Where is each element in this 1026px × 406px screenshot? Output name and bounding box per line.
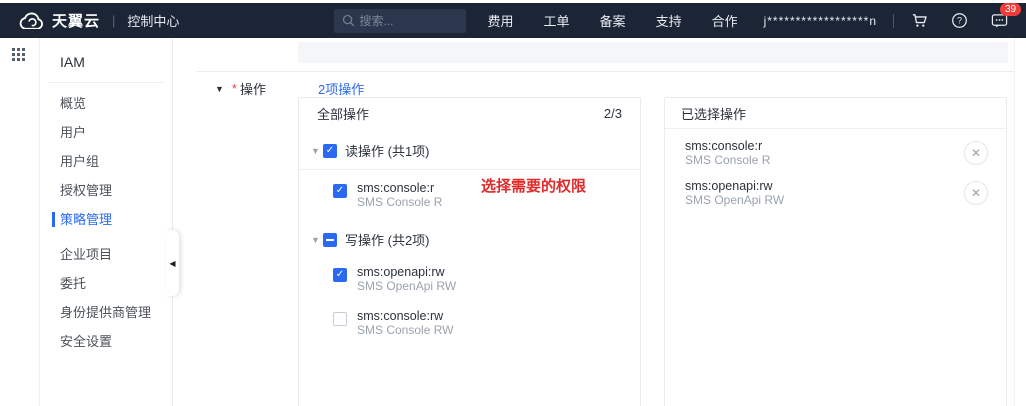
sidebar-item-delegation[interactable]: 委托 xyxy=(40,269,172,298)
group-checkbox-read[interactable] xyxy=(323,144,337,158)
op-code: sms:openapi:rw xyxy=(357,265,456,279)
section-divider xyxy=(197,71,1014,72)
op-code: sms:console:r xyxy=(357,181,442,195)
nav-link-cooperation[interactable]: 合作 xyxy=(712,11,738,30)
op-group-label: 写操作 (共2项) xyxy=(345,230,430,249)
console-center-link[interactable]: 控制中心 xyxy=(127,11,179,30)
remove-icon[interactable]: ✕ xyxy=(964,181,988,205)
op-group-write[interactable]: ▼ 写操作 (共2项) xyxy=(311,230,640,249)
sidebar-item-user-groups[interactable]: 用户组 xyxy=(40,147,172,176)
op-name: SMS Console RW xyxy=(357,323,453,337)
collapse-caret-icon[interactable]: ▼ xyxy=(215,84,224,94)
chevron-down-icon[interactable]: ▼ xyxy=(311,235,323,245)
sidebar-item-policy-management[interactable]: 策略管理 xyxy=(40,205,172,234)
op-name: SMS Console R xyxy=(685,153,770,167)
sidebar-collapse-handle[interactable]: ◀ xyxy=(166,230,179,296)
nav-link-billing[interactable]: 费用 xyxy=(488,11,514,30)
app-strip xyxy=(0,38,40,406)
remove-icon[interactable]: ✕ xyxy=(964,141,988,165)
op-group-label: 读操作 (共1项) xyxy=(345,141,430,160)
brand-name: 天翼云 xyxy=(52,10,100,31)
cloud-logo-icon xyxy=(18,12,44,29)
op-name: SMS OpenApi RW xyxy=(357,279,456,293)
all-ops-counter: 2/3 xyxy=(604,106,622,121)
sidebar-item-users[interactable]: 用户 xyxy=(40,118,172,147)
op-checkbox[interactable] xyxy=(333,184,347,198)
main-content: ▼ * 操作 2项操作 全部操作 2/3 ▼ 读操作 (共1项) sms:con… xyxy=(197,38,1014,406)
op-code: sms:console:r xyxy=(685,139,770,153)
nav-link-filing[interactable]: 备案 xyxy=(600,11,626,30)
field-label: 操作 xyxy=(240,79,266,98)
op-item-sms-openapi-rw[interactable]: sms:openapi:rw SMS OpenApi RW xyxy=(333,265,640,293)
search-icon xyxy=(342,14,355,27)
scrolled-section-remnant xyxy=(298,42,1008,63)
group-checkbox-write[interactable] xyxy=(323,233,337,247)
op-group-read[interactable]: ▼ 读操作 (共1项) xyxy=(311,141,640,160)
sidebar-item-identity-provider[interactable]: 身份提供商管理 xyxy=(40,298,172,327)
sidebar-item-security-settings[interactable]: 安全设置 xyxy=(40,327,172,356)
all-operations-panel: 全部操作 2/3 ▼ 读操作 (共1项) sms:console:r SMS C… xyxy=(298,97,641,406)
sidebar-item-authorization[interactable]: 授权管理 xyxy=(40,176,172,205)
navbar-icons: ? 39 xyxy=(910,12,1008,30)
brand-divider: | xyxy=(112,13,115,28)
username[interactable]: j******************n xyxy=(764,14,877,28)
sidebar-item-overview[interactable]: 概览 xyxy=(40,89,172,118)
operation-field-row: ▼ * 操作 xyxy=(215,79,266,98)
op-code: sms:openapi:rw xyxy=(685,179,784,193)
sidebar-divider xyxy=(48,82,164,83)
sidebar-item-enterprise-projects[interactable]: 企业项目 xyxy=(40,240,172,269)
app-launcher-icon[interactable] xyxy=(12,48,27,63)
red-annotation: 选择需要的权限 xyxy=(481,175,586,196)
sidebar-title: IAM xyxy=(40,38,172,82)
selected-ops-title: 已选择操作 xyxy=(681,104,746,123)
chevron-down-icon[interactable]: ▼ xyxy=(311,146,323,156)
sidebar: IAM 概览 用户 用户组 授权管理 策略管理 企业项目 委托 身份提供商管理 … xyxy=(40,38,173,406)
tree-divider xyxy=(299,169,640,170)
navbar-links: 费用 工单 备案 支持 合作 xyxy=(488,11,738,30)
selected-operations-panel: 已选择操作 sms:console:r SMS Console R ✕ sms:… xyxy=(664,97,1007,406)
selected-ops-link[interactable]: 2项操作 xyxy=(318,79,364,98)
op-checkbox[interactable] xyxy=(333,312,347,326)
message-icon[interactable]: 39 xyxy=(990,12,1008,30)
notification-badge: 39 xyxy=(1000,3,1021,16)
nav-link-ticket[interactable]: 工单 xyxy=(544,11,570,30)
cart-icon[interactable] xyxy=(910,12,928,30)
op-name: SMS OpenApi RW xyxy=(685,193,784,207)
nav-link-support[interactable]: 支持 xyxy=(656,11,682,30)
brand[interactable]: 天翼云 xyxy=(18,10,100,31)
navbar-divider xyxy=(893,14,894,28)
scrollbar-track[interactable] xyxy=(1014,38,1026,406)
navbar-search xyxy=(334,9,466,33)
op-checkbox[interactable] xyxy=(333,268,347,282)
top-navbar: 天翼云 | 控制中心 费用 工单 备案 支持 合作 j*************… xyxy=(0,3,1026,38)
required-mark: * xyxy=(232,81,237,96)
selected-item-sms-openapi-rw: sms:openapi:rw SMS OpenApi RW ✕ xyxy=(665,169,1006,209)
op-name: SMS Console R xyxy=(357,195,442,209)
op-code: sms:console:rw xyxy=(357,309,453,323)
svg-text:?: ? xyxy=(957,16,962,26)
op-item-sms-console-rw[interactable]: sms:console:rw SMS Console RW xyxy=(333,309,640,337)
all-ops-title: 全部操作 xyxy=(317,104,369,123)
selected-item-sms-console-r: sms:console:r SMS Console R ✕ xyxy=(665,129,1006,169)
help-icon[interactable]: ? xyxy=(950,12,968,30)
